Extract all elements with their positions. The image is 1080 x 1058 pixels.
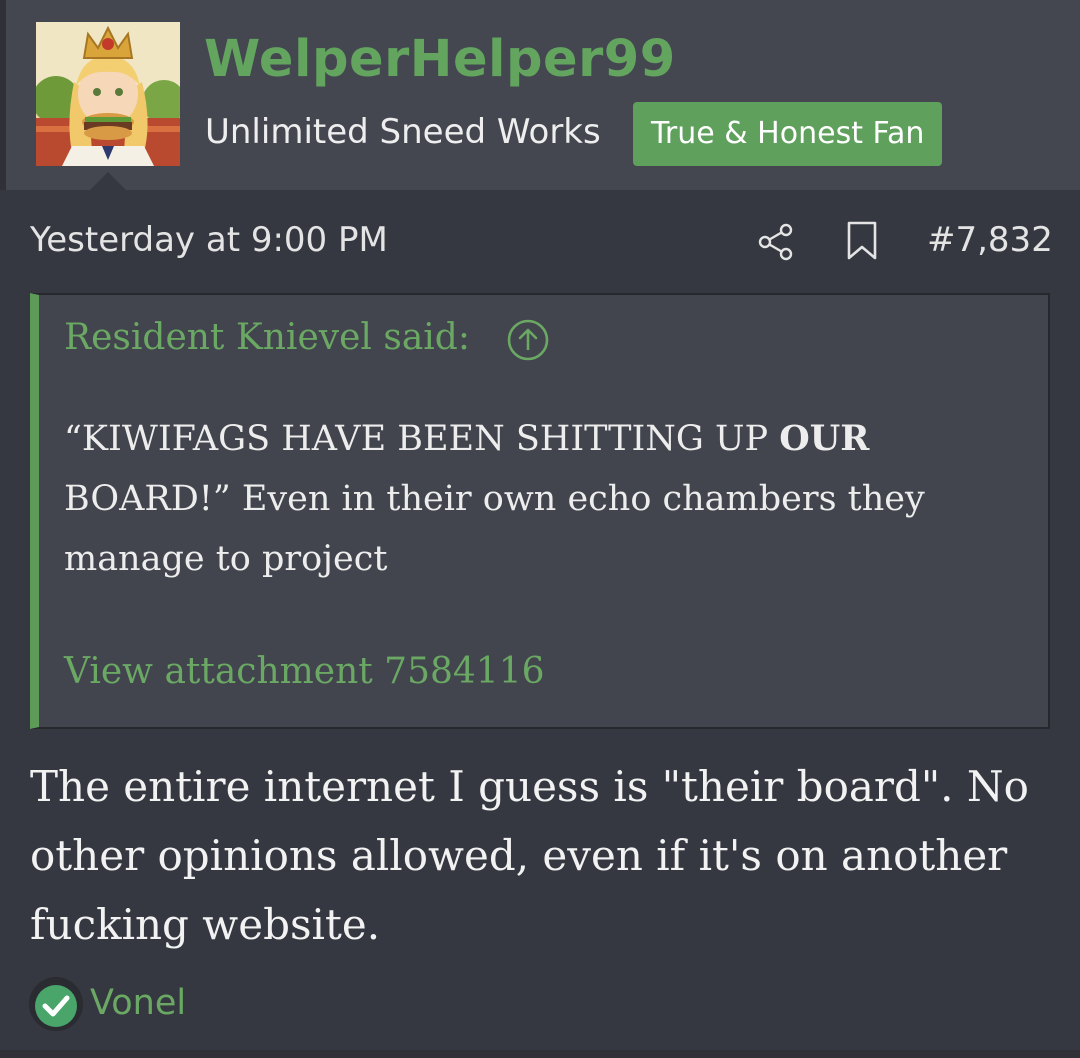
quote-text-part: “KIWIFAGS HAVE BEEN SHITTING UP <box>64 419 780 459</box>
post-user-header: WelperHelper99 Unlimited Sneed Works Tru… <box>0 0 1080 190</box>
checkmark-icon <box>27 975 85 1033</box>
user-avatar[interactable] <box>36 22 180 166</box>
header-pointer <box>90 172 126 190</box>
share-icon[interactable] <box>756 222 796 262</box>
username-link[interactable]: WelperHelper99 <box>204 30 676 89</box>
user-badge: True & Honest Fan <box>633 102 943 166</box>
divider <box>0 1050 1080 1058</box>
quote-text-part: BOARD!” Even in their own echo chambers … <box>64 479 925 579</box>
post-date-link[interactable]: Yesterday at 9:00 PM <box>30 220 388 260</box>
user-title: Unlimited Sneed Works <box>205 112 601 152</box>
reaction-user-link[interactable]: Vonel <box>90 983 186 1023</box>
bookmark-icon[interactable] <box>845 220 879 262</box>
quote-author-link[interactable]: Resident Knievel said: <box>64 317 470 358</box>
quote-text: “KIWIFAGS HAVE BEEN SHITTING UP OUR BOAR… <box>64 409 1024 589</box>
arrow-up-circle-icon[interactable] <box>506 318 550 362</box>
quote-block: Resident Knievel said: “KIWIFAGS HAVE BE… <box>30 293 1050 729</box>
quote-text-bold: OUR <box>779 418 870 459</box>
post-number-link[interactable]: #7,832 <box>927 220 1053 260</box>
view-attachment-link[interactable]: View attachment 7584116 <box>64 651 545 692</box>
post-body: The entire internet I guess is "their bo… <box>30 762 1029 949</box>
